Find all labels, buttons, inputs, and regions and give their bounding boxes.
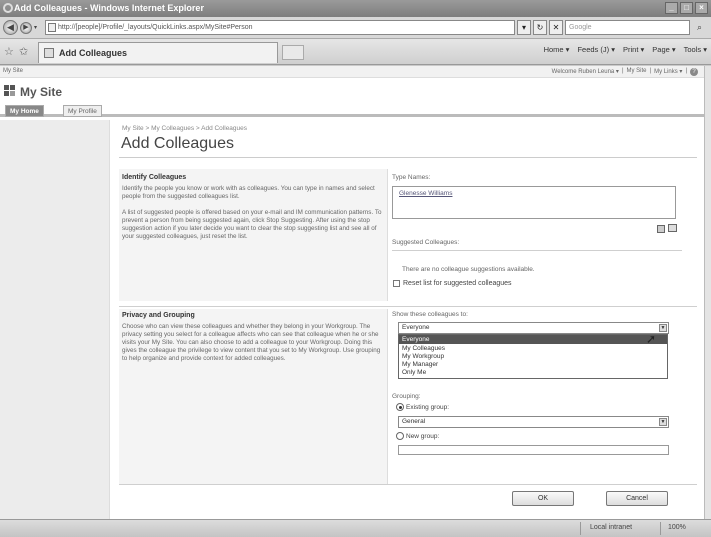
type-names-input[interactable]: Glenesse Williams — [392, 186, 676, 219]
zoom-level[interactable]: 100% — [668, 524, 686, 531]
reset-list-row[interactable]: Reset list for suggested colleagues — [393, 280, 512, 287]
forward-button[interactable]: ▶ — [20, 22, 32, 34]
tab-my-profile[interactable]: My Profile — [63, 105, 102, 117]
address-input[interactable]: http://[people]/Profile/_layouts/QuickLi… — [45, 20, 515, 35]
show-colleagues-select[interactable]: Everyone ▼ — [398, 322, 669, 334]
privacy-description-panel: Privacy and Grouping Choose who can view… — [119, 309, 387, 484]
tab-bar: ☆ ✩ Add Colleagues Home ▾ Feeds (J) ▾ Pr… — [0, 39, 711, 65]
title-divider — [119, 157, 697, 158]
section-divider — [119, 306, 697, 307]
new-group-input[interactable] — [398, 445, 669, 455]
show-colleagues-label: Show these colleagues to: — [392, 311, 468, 318]
search-input[interactable]: Google — [565, 20, 690, 35]
welcome-menu[interactable]: Welcome Ruben Leuna ▾ — [552, 68, 619, 76]
page-command[interactable]: Page ▾ — [652, 45, 675, 54]
feeds-command[interactable]: Feeds (J) ▾ — [577, 45, 615, 54]
privacy-heading: Privacy and Grouping — [122, 312, 195, 319]
my-links-menu[interactable]: My Links ▾ — [654, 68, 682, 76]
option-everyone[interactable]: Everyone — [399, 335, 667, 344]
existing-group-label: Existing group: — [406, 403, 449, 411]
browser-tab-label: Add Colleagues — [59, 48, 128, 58]
page-icon — [48, 23, 56, 32]
history-dropdown-icon[interactable]: ▾ — [34, 24, 37, 31]
left-navigation — [0, 120, 110, 519]
ie-logo-icon — [3, 3, 13, 13]
existing-group-row[interactable]: Existing group: — [396, 403, 449, 411]
back-button[interactable]: ◀ — [3, 20, 18, 35]
identify-para1: Identify the people you know or work wit… — [122, 185, 375, 200]
security-zone-label: Local intranet — [590, 524, 633, 531]
breadcrumb[interactable]: My Site > My Colleagues > Add Colleagues — [122, 125, 247, 132]
option-only-me[interactable]: Only Me — [399, 368, 667, 377]
help-icon[interactable]: ? — [690, 68, 698, 76]
footer-divider — [119, 484, 697, 485]
sp-header: My Site — [0, 78, 704, 104]
identify-heading: Identify Colleagues — [122, 174, 187, 181]
address-dropdown-icon[interactable]: ▾ — [517, 20, 531, 35]
grouping-label: Grouping: — [392, 393, 421, 400]
chevron-down-icon[interactable]: ▼ — [659, 324, 667, 332]
reset-list-checkbox[interactable] — [393, 280, 400, 287]
page-title: Add Colleagues — [121, 135, 234, 152]
search-icon[interactable]: ⌕ — [692, 20, 707, 35]
type-names-value: Glenesse Williams — [399, 190, 453, 197]
identify-para2: A list of suggested people is offered ba… — [122, 209, 382, 240]
refresh-icon[interactable]: ↻ — [533, 20, 547, 35]
sp-global-bar: My Site Welcome Ruben Leuna ▾ | My Site … — [0, 66, 704, 78]
ok-button[interactable]: OK — [512, 491, 574, 506]
address-row: ◀ ▶ ▾ http://[people]/Profile/_layouts/Q… — [0, 17, 711, 39]
mouse-cursor-icon: ➚ — [646, 332, 657, 346]
no-suggestions-text: There are no colleague suggestions avail… — [402, 266, 535, 273]
address-book-icon[interactable] — [668, 224, 677, 232]
address-url: http://[people]/Profile/_layouts/QuickLi… — [58, 24, 253, 31]
stop-icon[interactable]: ✕ — [549, 20, 563, 35]
new-tab-button[interactable] — [282, 45, 304, 60]
status-bar: Local intranet 100% — [0, 519, 711, 537]
sp-top-nav: My Home My Profile — [0, 104, 704, 117]
maximize-button[interactable]: □ — [680, 2, 693, 14]
close-button[interactable]: × — [695, 2, 708, 14]
existing-group-value: General — [402, 418, 426, 425]
show-colleagues-dropdown[interactable]: Everyone My Colleagues My Workgroup My M… — [398, 334, 668, 379]
suggested-divider — [392, 250, 682, 251]
add-favorite-icon[interactable]: ✩ — [19, 45, 28, 58]
favorites-star-icon[interactable]: ☆ — [4, 45, 14, 58]
existing-group-radio[interactable] — [396, 403, 404, 411]
identify-description-panel: Identify Colleagues Identify the people … — [119, 169, 387, 301]
type-names-label: Type Names: — [392, 174, 431, 181]
tab-page-icon — [44, 48, 54, 58]
show-colleagues-value: Everyone — [402, 324, 430, 331]
browser-tab[interactable]: Add Colleagues — [38, 42, 278, 63]
reset-list-label: Reset list for suggested colleagues — [403, 280, 512, 287]
cancel-button[interactable]: Cancel — [606, 491, 668, 506]
minimize-button[interactable]: _ — [665, 2, 678, 14]
home-command[interactable]: Home ▾ — [544, 45, 570, 54]
search-placeholder: Google — [569, 24, 592, 31]
new-group-row[interactable]: New group: — [396, 432, 439, 440]
print-command[interactable]: Print ▾ — [623, 45, 644, 54]
tools-command[interactable]: Tools ▾ — [684, 45, 707, 54]
my-site-link[interactable]: My Site — [627, 68, 647, 76]
sp-site-link[interactable]: My Site — [3, 68, 23, 74]
suggested-colleagues-label: Suggested Colleagues: — [392, 239, 460, 246]
tab-my-home[interactable]: My Home — [5, 105, 44, 117]
new-group-radio[interactable] — [396, 432, 404, 440]
page-content: My Site Welcome Ruben Leuna ▾ | My Site … — [0, 66, 704, 519]
window-title: Add Colleagues - Windows Internet Explor… — [14, 3, 204, 13]
vertical-scrollbar[interactable] — [704, 66, 711, 519]
new-group-label: New group: — [406, 432, 440, 440]
check-names-icon[interactable] — [657, 225, 665, 233]
site-title[interactable]: My Site — [20, 85, 62, 99]
chevron-down-icon[interactable]: ▼ — [659, 418, 667, 426]
existing-group-select[interactable]: General ▼ — [398, 416, 669, 428]
privacy-para: Choose who can view these colleagues and… — [122, 323, 381, 362]
mysite-logo-icon — [4, 85, 16, 96]
window-titlebar: Add Colleagues - Windows Internet Explor… — [0, 0, 711, 17]
